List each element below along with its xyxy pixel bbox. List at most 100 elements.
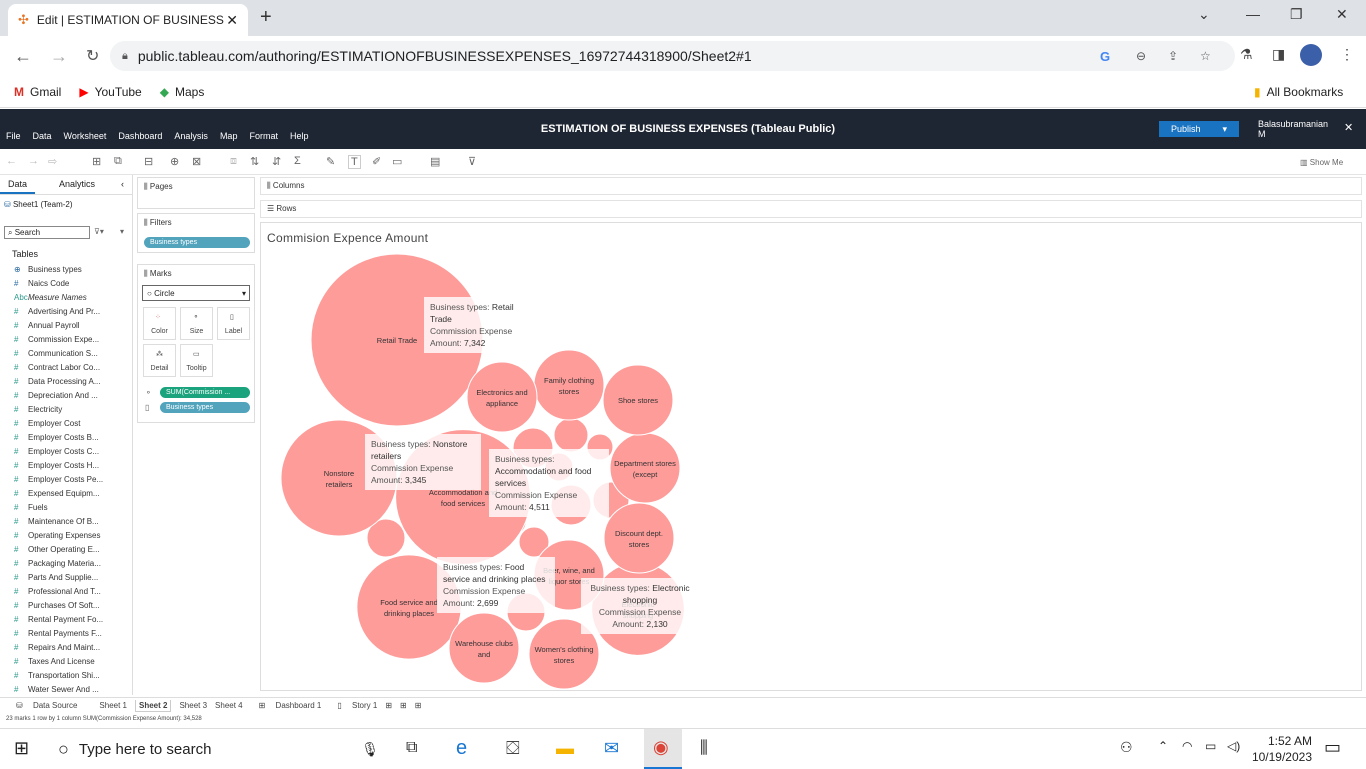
field-item[interactable]: # Expensed Equipm... <box>14 489 100 498</box>
tab-sheet-4[interactable]: Sheet 4 <box>215 701 243 710</box>
chrome-taskbar-button[interactable]: ◉ <box>644 729 682 769</box>
google-icon[interactable]: G <box>1100 49 1110 64</box>
chevron-up-icon[interactable]: ⌃ <box>1158 739 1168 753</box>
field-item[interactable]: # Advertising And Pr... <box>14 307 100 316</box>
file-explorer-icon[interactable]: ▬ <box>556 738 574 759</box>
share-workbook-icon[interactable]: ⊽ <box>468 155 476 168</box>
omnibox[interactable]: 🔒︎ public.tableau.com/authoring/ESTIMATI… <box>110 41 1235 71</box>
tab-dashboard-1[interactable]: ⊞ Dashboard 1 <box>251 701 322 710</box>
bubble-mark[interactable] <box>448 612 520 684</box>
tab-story-1[interactable]: ▯ Story 1 <box>329 701 377 710</box>
field-item[interactable]: # Professional And T... <box>14 587 101 596</box>
mail-icon[interactable]: ✉ <box>604 738 619 759</box>
minimize-button[interactable]: — <box>1246 6 1260 22</box>
publish-button[interactable]: Publish ▾ <box>1159 121 1239 137</box>
tab-search-icon[interactable]: ⌄ <box>1198 6 1210 23</box>
label-button[interactable]: ▯ Label <box>217 307 250 340</box>
chevron-down-icon[interactable]: ▾ <box>1223 124 1228 135</box>
bookmark-gmail[interactable]: M Gmail <box>14 85 61 99</box>
filter-icon[interactable]: ⊽▾ <box>94 227 104 236</box>
field-item[interactable]: # Water Sewer And ... <box>14 685 99 694</box>
bubble-mark[interactable] <box>466 361 538 433</box>
sort-asc-icon[interactable]: ⇅ <box>250 155 259 168</box>
mark-pill-sum-commission[interactable]: SUM(Commission ... <box>160 387 250 398</box>
app-icon[interactable]: ⫼ <box>700 738 708 758</box>
sort-desc-icon[interactable]: ⇵ <box>272 155 281 168</box>
color-button[interactable]: ⁘ Color <box>143 307 176 340</box>
fit-icon[interactable]: ▭ <box>392 155 402 168</box>
back-arrow-icon[interactable]: ← <box>14 46 32 67</box>
field-item[interactable]: # Electricity <box>14 405 62 414</box>
field-item[interactable]: # Parts And Supplie... <box>14 573 98 582</box>
bubble-mark[interactable] <box>553 417 589 453</box>
user-name[interactable]: Balasubramanian M <box>1258 119 1333 139</box>
mark-pill-business-types[interactable]: Business types <box>160 402 250 413</box>
tooltip-button[interactable]: ▭ Tooltip <box>180 344 213 377</box>
extensions-icon[interactable]: ⚗ <box>1240 46 1253 63</box>
field-item[interactable]: # Depreciation And ... <box>14 391 98 400</box>
swap-icon[interactable]: ⊟ <box>144 155 153 168</box>
share-icon[interactable]: ⇪ <box>1168 49 1178 63</box>
highlight-icon[interactable]: ✎ <box>326 155 335 168</box>
store-icon[interactable]: ⛋ <box>506 738 520 759</box>
tab-sheet-2[interactable]: Sheet 2 <box>134 699 172 712</box>
field-item[interactable]: # Employer Costs C... <box>14 447 99 456</box>
totals-icon[interactable]: Σ <box>294 155 301 167</box>
field-item[interactable]: # Other Operating E... <box>14 545 100 554</box>
worksheet-view[interactable]: Commision Expence Amount Retail Trade Acc… <box>260 222 1362 691</box>
people-icon[interactable]: ⚇ <box>1120 739 1133 756</box>
new-tab-button[interactable]: + <box>260 6 272 29</box>
labels-icon[interactable]: T <box>348 155 361 169</box>
group-icon[interactable]: ⧈ <box>230 155 237 168</box>
show-me-button[interactable]: ▥ Show Me <box>1300 158 1343 167</box>
redo-icon[interactable]: → <box>28 155 39 167</box>
new-sheet-tab-icon[interactable]: ⊞ <box>385 701 392 710</box>
new-story-tab-icon[interactable]: ⊞ <box>415 701 422 710</box>
field-item[interactable]: # Communication S... <box>14 349 98 358</box>
tab-analytics[interactable]: Analytics <box>51 175 103 194</box>
tab-sheet-3[interactable]: Sheet 3 <box>179 701 207 710</box>
detail-button[interactable]: ⁂ Detail <box>143 344 176 377</box>
taskbar-search-input[interactable]: ○ Type here to search 🎙︎ <box>48 729 393 769</box>
field-item[interactable]: # Employer Costs B... <box>14 433 99 442</box>
bookmark-maps[interactable]: ◆ Maps <box>160 85 205 99</box>
tab-sheet-1[interactable]: Sheet 1 <box>99 701 127 710</box>
field-item[interactable]: # Commission Expe... <box>14 335 99 344</box>
rows-shelf[interactable]: ☰ Rows <box>260 200 1362 218</box>
reload-icon[interactable]: ↻ <box>86 46 99 66</box>
field-item[interactable]: # Fuels <box>14 503 48 512</box>
undo-icon[interactable]: ← <box>6 155 17 167</box>
connect-icon[interactable]: ⊕ <box>170 155 179 168</box>
bubble-mark[interactable] <box>533 349 605 421</box>
browser-tab[interactable]: ✣ Edit | ESTIMATION OF BUSINESS ✕ <box>8 4 248 36</box>
field-item[interactable]: # Annual Payroll <box>14 321 80 330</box>
star-icon[interactable]: ☆ <box>1200 49 1211 63</box>
field-item[interactable]: AbcMeasure Names <box>14 293 87 302</box>
annotate-icon[interactable]: ✐ <box>372 155 381 168</box>
field-item[interactable]: # Maintenance Of B... <box>14 517 99 526</box>
field-item[interactable]: # Employer Costs H... <box>14 461 99 470</box>
menu-dots-icon[interactable]: ⋮ <box>1340 46 1354 63</box>
task-view-icon[interactable]: ⧉ <box>406 739 417 757</box>
field-item[interactable]: # Naics Code <box>14 279 69 288</box>
field-item[interactable]: # Employer Costs Pe... <box>14 475 103 484</box>
side-panel-icon[interactable]: ◨ <box>1272 46 1285 63</box>
filter-pill-business-types[interactable]: Business types <box>144 237 250 248</box>
bubble-mark[interactable] <box>603 502 675 574</box>
zoom-icon[interactable]: ⊖ <box>1136 49 1146 63</box>
field-item[interactable]: # Rental Payment Fo... <box>14 615 103 624</box>
all-bookmarks[interactable]: ▮ All Bookmarks <box>1254 85 1343 99</box>
windows-start-icon[interactable]: ⊞ <box>14 738 29 759</box>
field-item[interactable]: ⊕ Business types <box>14 265 82 274</box>
close-editor-icon[interactable]: ✕ <box>1344 121 1353 134</box>
field-item[interactable]: # Packaging Materia... <box>14 559 101 568</box>
field-item[interactable]: # Contract Labor Co... <box>14 363 100 372</box>
maximize-button[interactable]: ❐ <box>1290 6 1303 23</box>
bubble-mark[interactable] <box>609 432 681 504</box>
presentation-icon[interactable]: ▤ <box>430 155 440 168</box>
duplicate-icon[interactable]: ⧉ <box>114 155 122 168</box>
replay-icon[interactable]: ⇨ <box>48 155 57 168</box>
field-item[interactable]: # Employer Cost <box>14 419 80 428</box>
battery-icon[interactable]: ▭ <box>1205 739 1216 753</box>
new-dashboard-tab-icon[interactable]: ⊞ <box>400 701 407 710</box>
